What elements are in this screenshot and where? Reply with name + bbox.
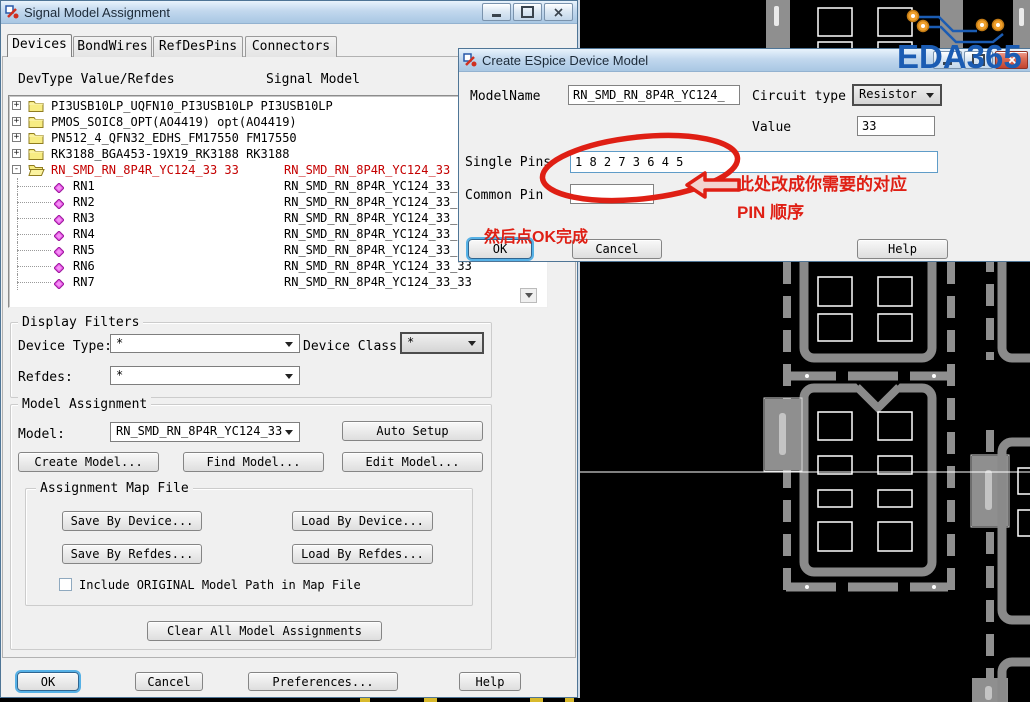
tree-expander[interactable]: - — [12, 165, 21, 174]
tree-row-model: RN_SMD_RN_8P4R_YC124_33_33 — [284, 227, 472, 241]
dialog-title: Create ESpice Device Model — [482, 52, 649, 68]
tree-row-model: RN_SMD_RN_8P4R_YC124_33_33 — [284, 275, 472, 289]
tree-row-label[interactable]: RN6 — [73, 258, 95, 274]
tree-expander[interactable]: + — [12, 101, 21, 110]
tree-row[interactable]: RN7 RN_SMD_RN_8P4R_YC124_33_33 — [9, 274, 547, 290]
watermark-text: EDA365 — [897, 38, 1022, 75]
tab-bondwires[interactable]: BondWires — [73, 36, 152, 57]
tree-guide — [17, 266, 51, 267]
tree-guide — [17, 218, 51, 219]
tree-row-model: RN_SMD_RN_8P4R_YC124_33_33 — [284, 179, 472, 193]
tree-row-label[interactable]: PMOS_SOIC8_OPT(AO4419) opt(AO4419) — [51, 114, 297, 130]
tree-guide — [17, 250, 51, 251]
load-by-refdes-button[interactable]: Load By Refdes... — [292, 544, 433, 564]
tree-row-label[interactable]: RN2 — [73, 194, 95, 210]
pin-icon — [53, 277, 65, 293]
annotation-pin-note-line1: 此处改成你需要的对应 — [737, 175, 907, 194]
app-icon — [5, 5, 19, 19]
tree-row-label[interactable]: RN4 — [73, 226, 95, 242]
model-assignment-legend: Model Assignment — [18, 397, 152, 412]
tree-row-model: RN_SMD_RN_8P4R_YC124_33_33 — [284, 195, 472, 209]
preferences-button[interactable]: Preferences... — [248, 672, 398, 691]
edit-model-button[interactable]: Edit Model... — [342, 452, 483, 472]
circuit-type-combo[interactable]: Resistor — [852, 84, 942, 106]
annotation-ok-note: 然后点OK完成 — [484, 229, 589, 246]
tree-row-model: RN_SMD_RN_8P4R_YC124_33 — [284, 163, 451, 177]
help-button[interactable]: Help — [459, 672, 521, 691]
model-label: Model: — [18, 427, 65, 442]
display-filters-legend: Display Filters — [18, 315, 144, 330]
include-original-checkbox[interactable] — [59, 578, 72, 591]
tab-connectors[interactable]: Connectors — [245, 36, 337, 57]
modelname-label: ModelName — [470, 89, 541, 104]
device-class-combo[interactable]: * — [400, 332, 484, 354]
clear-all-model-assignments-button[interactable]: Clear All Model Assignments — [147, 621, 382, 641]
tree-expander[interactable]: + — [12, 117, 21, 126]
tree-guide — [17, 234, 51, 235]
tree-row-label[interactable]: RN1 — [73, 178, 95, 194]
modelname-field[interactable]: RN_SMD_RN_8P4R_YC124_ — [568, 85, 740, 105]
save-by-refdes-button[interactable]: Save By Refdes... — [62, 544, 202, 564]
chevron-down-icon — [524, 293, 533, 298]
device-type-combo[interactable]: * — [110, 334, 300, 353]
device-class-label: Device Class: — [303, 339, 405, 354]
tree-expander[interactable]: + — [12, 133, 21, 142]
minimize-button[interactable] — [482, 3, 511, 21]
circuit-type-label: Circuit type — [752, 89, 846, 104]
close-icon[interactable] — [544, 3, 573, 21]
maximize-button[interactable] — [513, 3, 542, 21]
tree-row-model: RN_SMD_RN_8P4R_YC124_33_33 — [284, 259, 472, 273]
device-type-label: Device Type: — [18, 339, 112, 354]
assignment-map-file-legend: Assignment Map File — [36, 481, 193, 496]
tab-refdespins[interactable]: RefDesPins — [153, 36, 243, 57]
create-model-button[interactable]: Create Model... — [18, 452, 159, 472]
tree-guide — [17, 186, 51, 187]
dialog-app-icon — [463, 53, 477, 67]
tree-expander[interactable]: + — [12, 149, 21, 158]
column-header-devtype: DevType Value/Refdes — [18, 72, 175, 87]
refdes-label: Refdes: — [18, 370, 73, 385]
include-original-label: Include ORIGINAL Model Path in Map File — [79, 578, 361, 592]
tree-guide — [17, 202, 51, 203]
column-header-signal-model: Signal Model — [266, 72, 360, 87]
refdes-combo[interactable]: * — [110, 366, 300, 385]
main-titlebar[interactable]: Signal Model Assignment — [1, 1, 577, 24]
tree-row-model: RN_SMD_RN_8P4R_YC124_33_33 — [284, 243, 472, 257]
tree-scroll-down-button[interactable] — [520, 288, 537, 303]
tree-row-model: RN_SMD_RN_8P4R_YC124_33_33 — [284, 211, 472, 225]
model-combo[interactable]: RN_SMD_RN_8P4R_YC124_33 — [110, 422, 300, 442]
annotation-arrow-left-icon — [685, 171, 741, 199]
tree-row-label[interactable]: PI3USB10LP_UQFN10_PI3USB10LP PI3USB10LP — [51, 98, 333, 114]
tree-row-label[interactable]: RK3188_BGA453-19X19_RK3188 RK3188 — [51, 146, 289, 162]
screen: Signal Model Assignment Devices BondWire… — [0, 0, 1030, 702]
value-field[interactable]: 33 — [857, 116, 935, 136]
tree-row-label[interactable]: RN7 — [73, 274, 95, 290]
auto-setup-button[interactable]: Auto Setup — [342, 421, 483, 441]
find-model-button[interactable]: Find Model... — [183, 452, 324, 472]
cancel-button[interactable]: Cancel — [135, 672, 203, 691]
save-by-device-button[interactable]: Save By Device... — [62, 511, 202, 531]
tree-row-label[interactable]: RN_SMD_RN_8P4R_YC124_33 33 — [51, 162, 239, 178]
tree-guide — [17, 282, 51, 283]
tree-row-label[interactable]: PN512_4_QFN32_EDHS_FM17550 FM17550 — [51, 130, 297, 146]
tree-row-label[interactable]: RN3 — [73, 210, 95, 226]
value-label: Value — [752, 120, 792, 135]
annotation-pin-note-line2: PIN 顺序 — [737, 203, 805, 222]
tab-devices[interactable]: Devices — [7, 34, 72, 57]
tree-row-label[interactable]: RN5 — [73, 242, 95, 258]
dialog-help-button[interactable]: Help — [857, 239, 948, 259]
ok-button[interactable]: OK — [17, 672, 79, 691]
window-title: Signal Model Assignment — [24, 4, 170, 20]
load-by-device-button[interactable]: Load By Device... — [292, 511, 433, 531]
